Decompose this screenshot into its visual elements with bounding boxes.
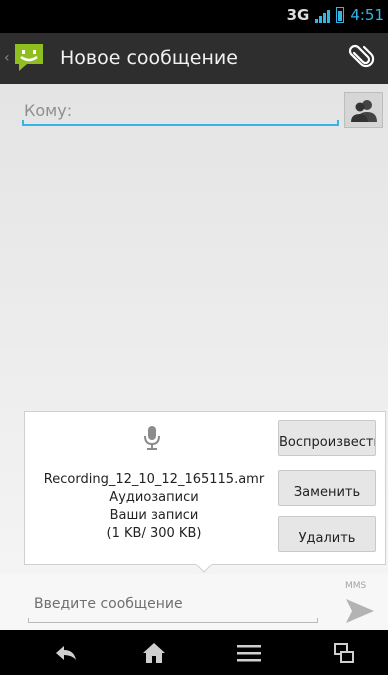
message-input-underline xyxy=(28,618,318,623)
attachment-info: Recording_12_10_12_165115.amr Аудиозапис… xyxy=(24,471,284,543)
recent-apps-button[interactable] xyxy=(314,630,374,675)
back-arrow-icon xyxy=(56,645,76,660)
messaging-app-icon[interactable] xyxy=(13,41,45,73)
status-indicators: 3G 4:51 xyxy=(287,6,384,24)
home-icon xyxy=(143,642,165,663)
delete-button[interactable]: Удалить xyxy=(278,516,376,552)
attachment-size: (1 KB/ 300 KB) xyxy=(106,526,202,541)
attach-icon[interactable] xyxy=(348,43,376,71)
attachment-panel-pointer xyxy=(196,564,212,573)
system-navigation-bar xyxy=(0,630,388,675)
up-navigation-icon[interactable]: ‹ xyxy=(4,50,10,66)
clock: 4:51 xyxy=(350,6,384,24)
contact-picker-button[interactable] xyxy=(344,92,383,128)
recipient-input-underline xyxy=(22,120,339,126)
attachment-collection: Ваши записи xyxy=(109,508,199,523)
menu-icon xyxy=(237,644,261,661)
signal-icon xyxy=(315,7,331,23)
status-bar: 3G 4:51 xyxy=(0,0,388,33)
mms-indicator: MMS xyxy=(345,581,367,591)
contacts-icon xyxy=(350,100,377,122)
message-input[interactable] xyxy=(34,592,314,616)
action-bar: ‹ Новое сообщение xyxy=(0,33,388,84)
attachment-category: Аудиозаписи xyxy=(109,490,199,505)
replace-button[interactable]: Заменить xyxy=(278,470,376,506)
recent-apps-icon xyxy=(334,642,354,663)
battery-icon xyxy=(336,7,345,23)
menu-button[interactable] xyxy=(219,630,279,675)
network-type: 3G xyxy=(286,6,310,24)
back-button[interactable] xyxy=(36,630,96,675)
page-title: Новое сообщение xyxy=(60,47,238,69)
send-icon[interactable] xyxy=(344,597,376,625)
home-button[interactable] xyxy=(124,630,184,675)
play-button[interactable]: Воспроизвести xyxy=(278,420,376,456)
microphone-icon xyxy=(144,426,160,450)
attachment-file-name: Recording_12_10_12_165115.amr xyxy=(43,472,265,487)
